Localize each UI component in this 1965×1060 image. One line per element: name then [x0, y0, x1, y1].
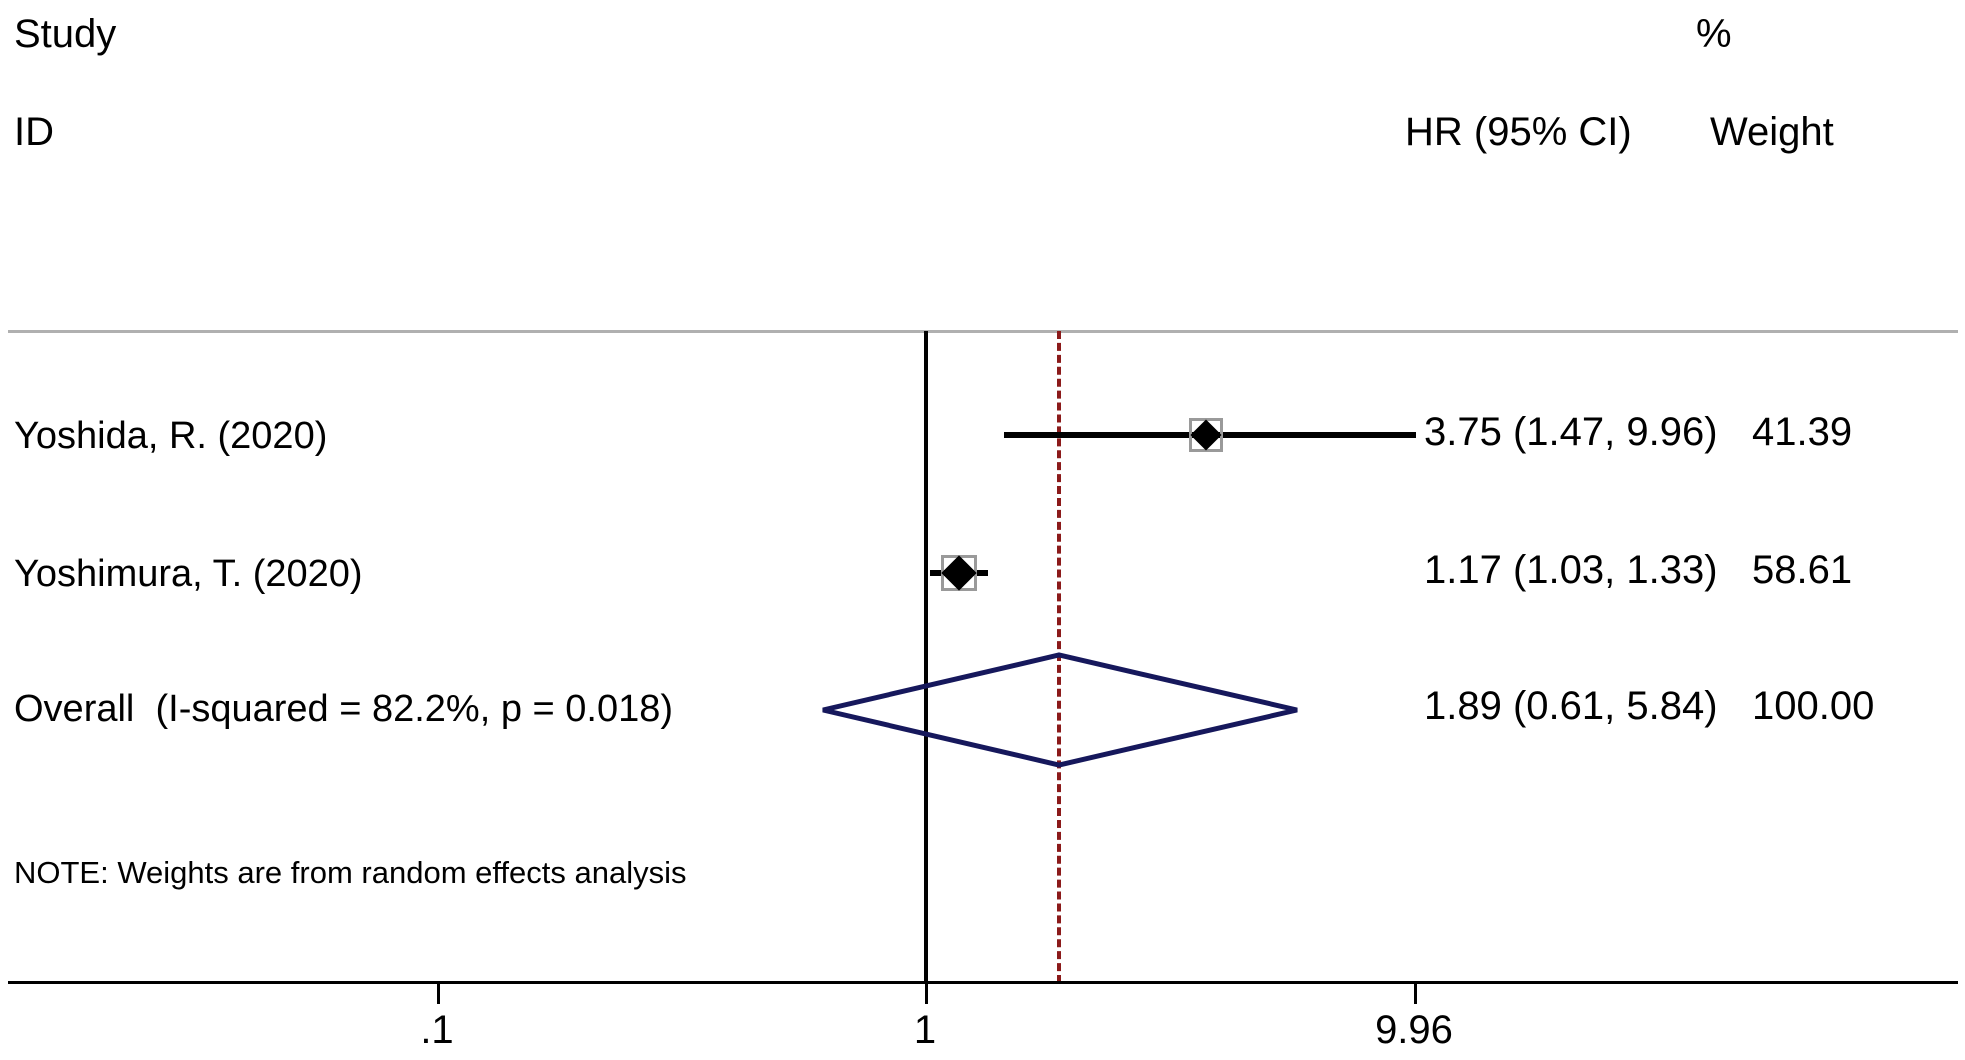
- x-axis-tick-label-1: 1: [913, 1008, 937, 1052]
- x-axis-tick-1: [925, 982, 928, 1004]
- x-axis-tick-0: [437, 982, 440, 1004]
- study-label-row-1: Yoshimura, T. (2020): [14, 553, 363, 595]
- header-percent-label: %: [1696, 12, 1732, 56]
- header-weight-label: Weight: [1710, 110, 1834, 154]
- study-label-row-0: Yoshida, R. (2020): [14, 415, 328, 457]
- weight-text-row-0: 41.39: [1752, 410, 1853, 454]
- x-axis-tick-2: [1414, 982, 1417, 1004]
- effect-text-row-1: 1.17 (1.03, 1.33): [1424, 548, 1718, 592]
- x-axis-tick-label-0: .1: [420, 1008, 454, 1052]
- x-axis-line: [8, 981, 1958, 984]
- effect-text-row-0: 3.75 (1.47, 9.96): [1424, 410, 1718, 454]
- overall-label: Overall (I-squared = 82.2%, p = 0.018): [14, 688, 674, 730]
- forest-plot: Study % ID HR (95% CI) Weight Yoshida, R…: [0, 0, 1965, 1060]
- overall-effect-text: 1.89 (0.61, 5.84): [1424, 684, 1718, 728]
- header-divider-rule: [8, 330, 1958, 333]
- header-id-label: ID: [14, 110, 54, 154]
- header-effect-label: HR (95% CI): [1405, 110, 1632, 154]
- x-axis-tick-label-2: 9.96: [1375, 1008, 1453, 1052]
- weight-text-row-1: 58.61: [1752, 548, 1853, 592]
- overall-summary-diamond: [822, 652, 1298, 768]
- overall-weight-text: 100.00: [1752, 684, 1875, 728]
- header-study-label: Study: [14, 12, 117, 56]
- weights-note: NOTE: Weights are from random effects an…: [14, 855, 687, 890]
